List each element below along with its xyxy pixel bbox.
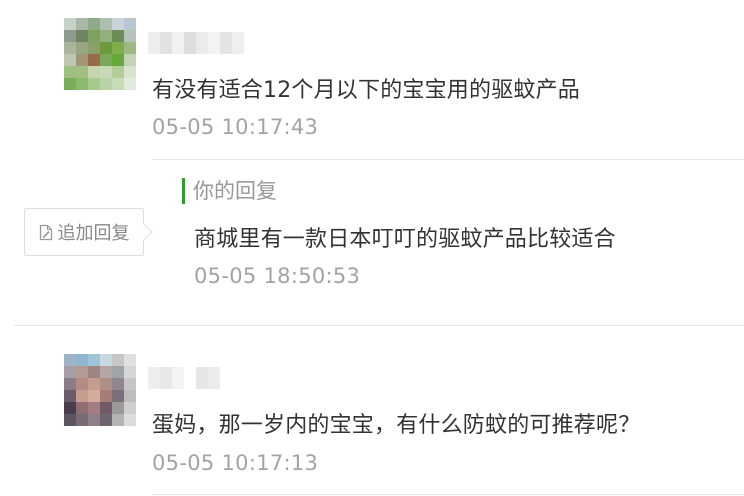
comments-page: 有没有适合12个月以下的宝宝用的驱蚊产品 05-05 10:17:43 你的回复…: [0, 0, 744, 496]
username-blurred: [148, 367, 220, 389]
avatar[interactable]: [64, 18, 136, 90]
edit-icon: [39, 224, 52, 240]
reply-timestamp: 05-05 18:50:53: [194, 264, 361, 288]
username-blurred: [148, 32, 244, 54]
avatar[interactable]: [64, 354, 136, 426]
comment-text: 蛋妈，那一岁内的宝宝，有什么防蚊的可推荐呢？: [152, 413, 641, 438]
reply-divider: [152, 159, 744, 160]
reply-text: 商城里有一款日本叮叮的驱蚊产品比较适合: [194, 227, 616, 252]
comment-timestamp: 05-05 10:17:43: [152, 115, 319, 139]
comment-timestamp: 05-05 10:17:13: [152, 451, 319, 475]
add-reply-label: 追加回复: [57, 223, 130, 244]
add-reply-button[interactable]: 追加回复: [24, 208, 144, 256]
reply-divider: [152, 494, 744, 495]
comment-separator: [14, 325, 744, 326]
your-reply-label: 你的回复: [182, 178, 277, 204]
comment-text: 有没有适合12个月以下的宝宝用的驱蚊产品: [152, 78, 580, 103]
